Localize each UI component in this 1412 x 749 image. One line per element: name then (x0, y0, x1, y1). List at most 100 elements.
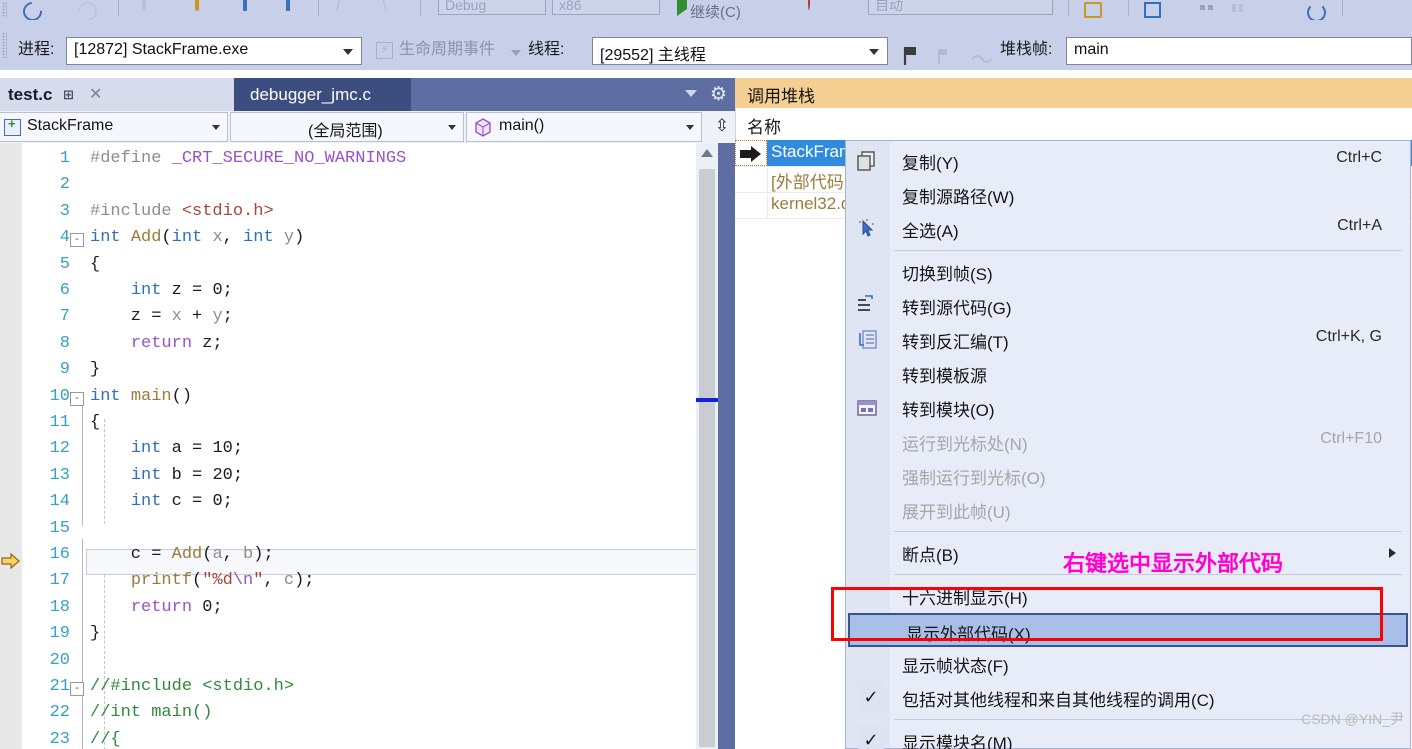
member-name: main() (499, 117, 545, 134)
tab-test-c-label: test.c (8, 85, 53, 104)
context-menu-item[interactable]: 切换到帧(S) (846, 255, 1410, 289)
line-number: 21 (49, 677, 70, 696)
nav-back-icon[interactable]: / (336, 0, 360, 16)
editor-vertical-scrollbar[interactable] (696, 143, 718, 749)
save-all-icon[interactable] (283, 0, 307, 16)
project-combo[interactable]: StackFrame (0, 112, 228, 142)
step-into-icon[interactable] (1082, 0, 1106, 18)
context-menu-item-label: 包括对其他线程和来自其他线程的调用(C) (902, 691, 1215, 710)
context-menu-item-label: 显示外部代码(X) (906, 625, 1031, 644)
context-menu-item[interactable]: 全选(A) Ctrl+A (846, 212, 1410, 246)
lifecycle-chevron-down-icon[interactable] (511, 50, 521, 56)
chevron-down-icon-3 (212, 125, 220, 130)
copy-icon (856, 150, 880, 172)
context-menu-item[interactable]: 转到源代码(G) (846, 289, 1410, 323)
tab-overflow-chevron-down-icon[interactable] (685, 90, 697, 97)
context-menu-item-label: 强制运行到光标(O) (902, 469, 1046, 488)
process-combo[interactable]: [12872] StackFrame.exe (66, 37, 362, 65)
stop-icon[interactable] (805, 0, 829, 16)
stop-debug-icon[interactable] (1262, 0, 1286, 16)
context-menu-item[interactable]: 显示外部代码(X) (848, 613, 1408, 647)
context-menu-item[interactable]: 复制(Y) Ctrl+C (846, 144, 1410, 178)
debug-bar-grip[interactable] (2, 32, 7, 58)
context-menu-item-label: 运行到光标处(N) (902, 435, 1028, 454)
open-folder-icon[interactable] (192, 0, 216, 16)
tab-test-c[interactable]: test.c ⊞ ✕ (0, 78, 234, 111)
code-line: int a = 10; (130, 439, 244, 459)
code-line: int c = 0; (130, 492, 233, 512)
context-menu-item-shortcut: Ctrl+C (1336, 149, 1382, 166)
save-icon[interactable] (240, 0, 264, 16)
tab-debugger-jmc-c[interactable]: debugger_jmc.c (234, 78, 411, 111)
editor-scroll-thumb[interactable] (699, 169, 715, 747)
call-stack-title: 调用堆栈 (747, 87, 815, 106)
context-menu-item[interactable]: 十六进制显示(H) (846, 579, 1410, 613)
context-menu-item-label: 转到源代码(G) (902, 299, 1012, 318)
context-menu-item[interactable]: 转到反汇编(T) Ctrl+K, G (846, 323, 1410, 357)
redo-icon[interactable] (74, 0, 101, 20)
context-menu-item-label: 断点(B) (902, 546, 959, 565)
platform-combo[interactable]: x86 (552, 0, 660, 15)
line-number: 18 (49, 597, 70, 617)
thread-combo[interactable]: [29552] 主线程 (592, 37, 888, 65)
gear-icon[interactable]: ⚙ (710, 84, 727, 105)
editor-tab-bar: test.c ⊞ ✕ debugger_jmc.c ⚙ (0, 78, 735, 111)
code-line: z = x + y; (90, 307, 233, 327)
toolbar-separator-6 (1342, 0, 1343, 16)
context-menu-item[interactable]: 显示帧状态(F) (846, 647, 1410, 681)
step-out-icon[interactable] (1172, 0, 1196, 16)
step-over-icon[interactable] (1142, 0, 1166, 18)
chevron-down-icon-2 (869, 49, 879, 55)
code-line: //{ (90, 729, 121, 749)
context-menu-item[interactable]: 转到模板源 (846, 357, 1410, 391)
step-down-icon[interactable] (1352, 0, 1376, 16)
annotation-text: 右键选中显示外部代码 (1063, 551, 1284, 576)
undo-icon[interactable] (19, 0, 46, 20)
instruction-pointer-icon (1, 551, 21, 575)
restart-icon[interactable] (1304, 0, 1328, 20)
scroll-up-icon[interactable] (701, 149, 713, 157)
toolbar-separator-5 (1128, 0, 1129, 16)
continue-label[interactable]: 继续(C) (690, 1, 741, 20)
close-icon[interactable]: ✕ (89, 78, 102, 111)
submenu-arrow-icon (1389, 548, 1396, 558)
split-view-icon[interactable]: ⇳ (711, 115, 733, 139)
lifecycle-icon: ⚡ (376, 42, 393, 59)
code-line: int z = 0; (130, 281, 233, 300)
new-file-icon[interactable] (138, 0, 162, 16)
flag-icon[interactable] (902, 46, 920, 70)
context-menu-item-label: 转到模板源 (902, 367, 987, 386)
line-number: 10 (49, 386, 70, 406)
code-line: //int main() (90, 703, 213, 723)
fold-toggle-icon[interactable]: - (70, 682, 84, 696)
member-combo[interactable]: main() (466, 112, 702, 142)
call-stack-context-menu[interactable]: 复制(Y) Ctrl+C 复制源路径(W) 全选(A) Ctrl+A 切换到帧(S) 转到源… (845, 140, 1411, 749)
fold-bar-add (82, 393, 83, 526)
code-editor[interactable]: 1 #define _CRT_SECURE_NO_WARNINGS 2 3 #inclu… (0, 143, 735, 749)
code-line: return z; (130, 333, 223, 353)
configuration-combo[interactable]: Debug (438, 0, 546, 15)
code-text-area[interactable]: 1 #define _CRT_SECURE_NO_WARNINGS 2 3 #inclu… (22, 143, 719, 749)
scope-combo[interactable]: (全局范围) (230, 112, 464, 142)
bullet-icon-2[interactable] (1400, 0, 1412, 16)
stack-frame-combo[interactable]: main (1066, 37, 1412, 65)
context-menu-item-label: 显示模块名(M) (902, 734, 1013, 749)
call-stack-title-bar: 调用堆栈 (735, 78, 1412, 108)
context-menu-item[interactable]: 转到模块(O) (846, 391, 1410, 425)
toolbar-grip[interactable] (2, 2, 7, 18)
fold-toggle-icon[interactable]: - (70, 391, 84, 406)
nav-forward-icon[interactable]: \ (382, 0, 406, 16)
stack-frame-value: main (1074, 41, 1109, 58)
fold-toggle-icon[interactable]: - (70, 233, 84, 248)
pin-icon[interactable]: ⊞ (63, 78, 74, 111)
thread-link-icon[interactable] (970, 52, 994, 69)
context-menu-item[interactable]: 复制源路径(W) (846, 178, 1410, 212)
dots-icon[interactable] (1196, 0, 1220, 16)
frame-marker (735, 192, 768, 218)
line-number: 13 (49, 465, 70, 485)
flags-group-icon[interactable] (936, 46, 956, 70)
context-menu-item-shortcut: Ctrl+F10 (1320, 430, 1382, 447)
chevron-down-icon-4 (448, 125, 456, 130)
auto-combo[interactable]: 自动 (868, 0, 1053, 15)
breakpoint-gutter[interactable] (0, 143, 22, 749)
